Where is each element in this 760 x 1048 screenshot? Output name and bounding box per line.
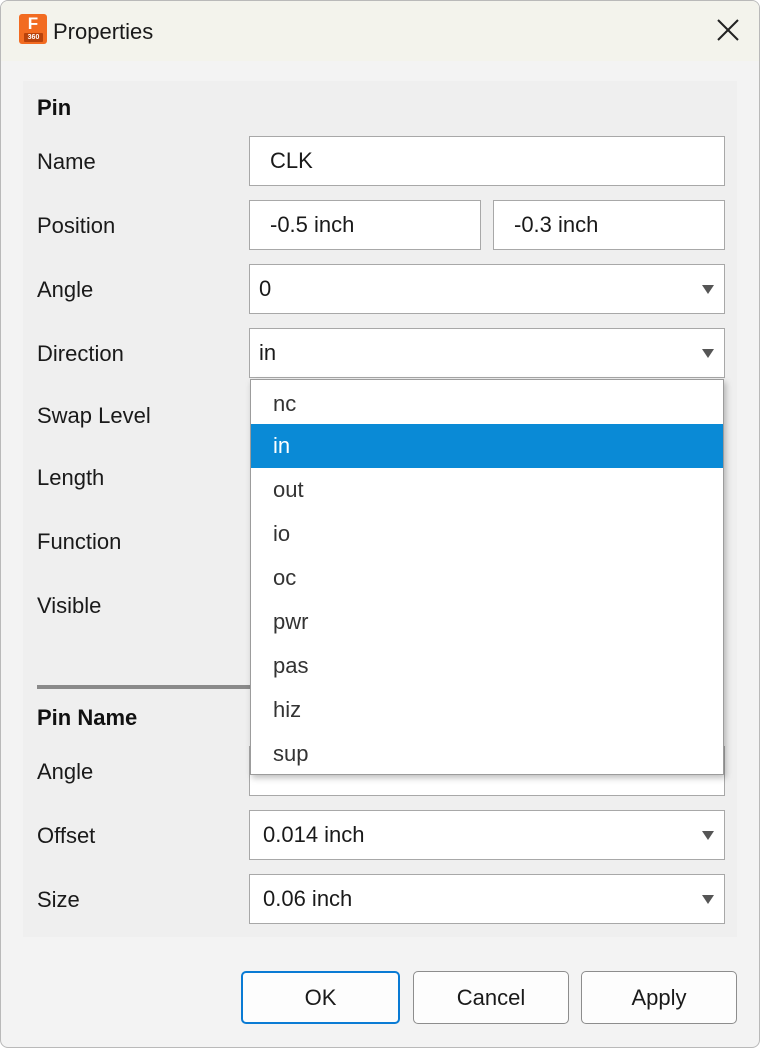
offset-label: Offset: [37, 823, 96, 848]
chevron-down-icon: [702, 831, 714, 840]
position-y-input[interactable]: -0.3 inch: [493, 200, 725, 250]
size-label: Size: [37, 887, 80, 912]
pin-section-title: Pin: [37, 95, 72, 120]
offset-select[interactable]: 0.014 inch: [249, 810, 725, 860]
close-icon: [717, 19, 739, 41]
fusion-360-app-icon: F 360: [19, 14, 47, 44]
direction-option-out[interactable]: out: [251, 468, 723, 512]
window-title: Properties: [53, 19, 154, 44]
position-label: Position: [37, 213, 116, 238]
offset-select-value: 0.014 inch: [263, 822, 365, 847]
cancel-button[interactable]: Cancel: [413, 971, 569, 1024]
ok-button[interactable]: OK: [241, 971, 400, 1024]
pin-name-angle-label: Angle: [37, 759, 94, 784]
app-icon-badge: 360: [24, 33, 43, 42]
chevron-down-icon: [702, 349, 714, 358]
direction-option-in[interactable]: in: [251, 424, 723, 468]
direction-option-oc[interactable]: oc: [251, 556, 723, 600]
title-bar: F 360 Properties: [1, 1, 759, 61]
section-divider: [37, 685, 251, 689]
chevron-down-icon: [702, 285, 714, 294]
function-label: Function: [37, 529, 122, 554]
chevron-down-icon: [702, 895, 714, 904]
angle-select[interactable]: 0: [249, 264, 725, 314]
close-button[interactable]: [699, 1, 759, 61]
apply-button[interactable]: Apply: [581, 971, 737, 1024]
direction-option-io[interactable]: io: [251, 512, 723, 556]
name-input[interactable]: CLK: [249, 136, 725, 186]
pin-name-section-title: Pin Name: [37, 705, 138, 730]
properties-dialog: F 360 Properties Pin Name CLK Position -…: [0, 0, 760, 1048]
name-label: Name: [37, 149, 96, 174]
direction-label: Direction: [37, 341, 124, 366]
app-icon-letter: F: [27, 14, 39, 33]
direction-option-sup[interactable]: sup: [251, 732, 723, 776]
position-x-input[interactable]: -0.5 inch: [249, 200, 481, 250]
size-select[interactable]: 0.06 inch: [249, 874, 725, 924]
direction-option-pas[interactable]: pas: [251, 644, 723, 688]
direction-option-nc[interactable]: nc: [251, 382, 723, 426]
direction-select[interactable]: in: [249, 328, 725, 378]
angle-label: Angle: [37, 277, 94, 302]
direction-option-pwr[interactable]: pwr: [251, 600, 723, 644]
length-label: Length: [37, 465, 105, 490]
angle-select-value: 0: [259, 276, 272, 301]
direction-select-value: in: [259, 340, 277, 365]
swap-level-label: Swap Level: [37, 403, 151, 428]
size-select-value: 0.06 inch: [263, 886, 353, 911]
direction-dropdown-list: nc in out io oc pwr pas hiz sup: [250, 379, 724, 775]
visible-label: Visible: [37, 593, 102, 618]
direction-option-hiz[interactable]: hiz: [251, 688, 723, 732]
